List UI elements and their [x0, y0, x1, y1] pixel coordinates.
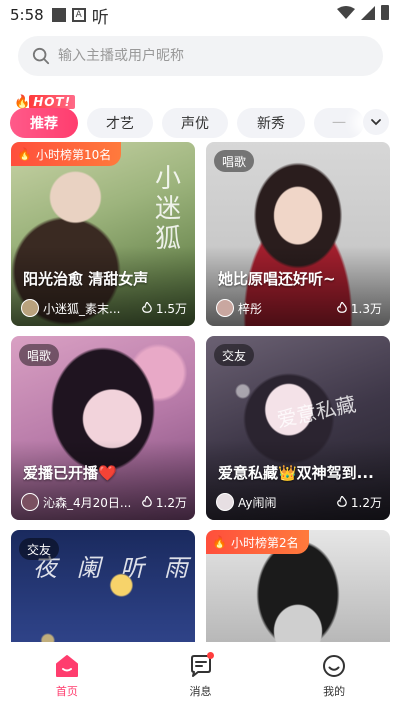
avatar	[216, 493, 234, 511]
heat-count: 1.3万	[336, 300, 382, 317]
cover-calligraphy: 小迷狐	[155, 164, 182, 254]
nav-profile[interactable]: 我的	[267, 644, 401, 714]
app-a-icon: A	[71, 8, 86, 22]
unread-dot	[206, 652, 214, 659]
avatar	[216, 299, 234, 317]
notification-icon	[51, 8, 66, 22]
hourly-rank-badge: 🔥 小时榜第10名	[11, 142, 122, 166]
profile-icon	[323, 655, 346, 677]
live-card[interactable]: 夜 阑 听 雨 交友	[11, 530, 195, 642]
tab-more-partial[interactable]: 一	[314, 108, 364, 138]
search-input[interactable]	[58, 48, 358, 64]
host-name: 沁森_4月20日...	[43, 495, 132, 510]
live-card[interactable]: 爱意私藏 交友 爱意私藏👑双神驾到... Ay闹闹 1.2万	[206, 336, 390, 520]
wifi-icon	[337, 5, 355, 19]
live-card[interactable]: 唱歌 她比原唱还好听~ 梓彤 1.3万	[206, 142, 390, 326]
category-tabs: 🔥 HOT! 推荐 才艺 声优 新秀 一	[0, 92, 401, 144]
heat-count: 1.2万	[141, 494, 187, 511]
flame-icon	[142, 496, 152, 507]
card-meta: Ay闹闹 1.2万	[216, 492, 382, 512]
host-name: Ay闹闹	[238, 495, 277, 510]
nav-label: 我的	[323, 685, 346, 698]
fire-icon: 🔥	[17, 147, 32, 161]
category-tag: 唱歌	[214, 150, 255, 172]
card-meta: 小迷狐_素末... 1.5万	[21, 298, 187, 318]
card-title: 阳光治愈 清甜女声	[23, 270, 149, 288]
nav-messages[interactable]: 消息	[134, 644, 268, 714]
category-tag: 唱歌	[19, 344, 60, 366]
category-tag: 交友	[19, 538, 60, 560]
host-name: 小迷狐_素末...	[43, 301, 121, 316]
tab-newcomer[interactable]: 新秀	[237, 108, 305, 138]
tab-talent[interactable]: 才艺	[87, 108, 153, 138]
avatar	[21, 493, 39, 511]
card-meta: 梓彤 1.3万	[216, 298, 382, 318]
app-ting-icon: 听	[91, 7, 109, 28]
hourly-rank-badge: 🔥 小时榜第2名	[206, 530, 309, 554]
signal-icon	[361, 5, 375, 20]
status-bar: 5:58 A 听	[0, 0, 401, 30]
category-tag: 交友	[214, 344, 255, 366]
heat-count: 1.2万	[336, 494, 382, 511]
fire-icon: 🔥	[212, 535, 227, 549]
host-name: 梓彤	[238, 301, 263, 316]
live-card[interactable]: 小迷狐 🔥 小时榜第10名 阳光治愈 清甜女声 小迷狐_素末... 1.5万	[11, 142, 195, 326]
status-time: 5:58	[10, 6, 44, 24]
home-icon	[55, 655, 78, 677]
nav-home[interactable]: 首页	[0, 644, 134, 714]
nav-label: 首页	[55, 685, 78, 698]
card-title: 爱播已开播❤️	[23, 464, 117, 482]
card-title: 爱意私藏👑双神驾到...	[218, 464, 374, 482]
live-card[interactable]: 唱歌 爱播已开播❤️ 沁森_4月20日... 1.2万	[11, 336, 195, 520]
search-bar[interactable]	[18, 36, 383, 76]
search-icon	[32, 47, 50, 65]
flame-icon	[337, 496, 347, 507]
live-room-grid: 小迷狐 🔥 小时榜第10名 阳光治愈 清甜女声 小迷狐_素末... 1.5万 唱歌…	[0, 142, 401, 642]
flame-icon	[337, 302, 347, 313]
avatar	[21, 299, 39, 317]
nav-label: 消息	[189, 685, 212, 698]
tab-voice-actor[interactable]: 声优	[162, 108, 228, 138]
bottom-navigation: 首页 消息 我的	[0, 644, 401, 714]
tab-recommend[interactable]: 推荐	[10, 108, 78, 138]
card-meta: 沁森_4月20日... 1.2万	[21, 492, 187, 512]
tabs-expand-button[interactable]	[363, 109, 389, 135]
battery-icon	[381, 5, 389, 20]
card-title: 她比原唱还好听~	[218, 270, 336, 288]
heat-count: 1.5万	[141, 300, 187, 317]
live-card[interactable]: 🔥 小时榜第2名	[206, 530, 390, 642]
chevron-down-icon	[371, 119, 381, 126]
flame-icon	[142, 302, 152, 313]
